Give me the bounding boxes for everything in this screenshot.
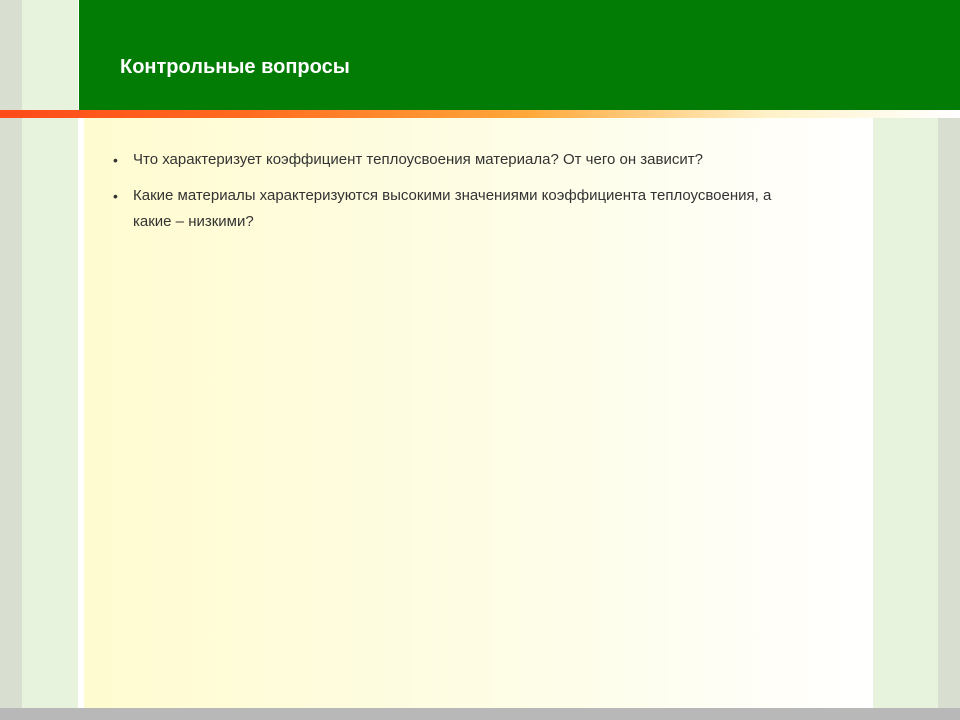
accent-line [0,110,960,118]
bullet-item: • Какие материалы характеризуются высоки… [113,183,813,235]
bullet-list: • Что характеризует коэффициент теплоусв… [113,147,813,245]
bottom-bar [0,708,960,720]
bullet-text: Что характеризует коэффициент теплоусвое… [133,151,703,168]
left-outer-stripe [0,0,22,720]
bullet-dot-icon: • [113,188,118,204]
slide-title: Контрольные вопросы [120,56,350,78]
bullet-item: • Что характеризует коэффициент теплоусв… [113,147,813,173]
bullet-dot-icon: • [113,152,118,168]
bullet-text: Какие материалы характеризуются высокими… [133,187,772,230]
left-inner-stripe [22,0,78,720]
